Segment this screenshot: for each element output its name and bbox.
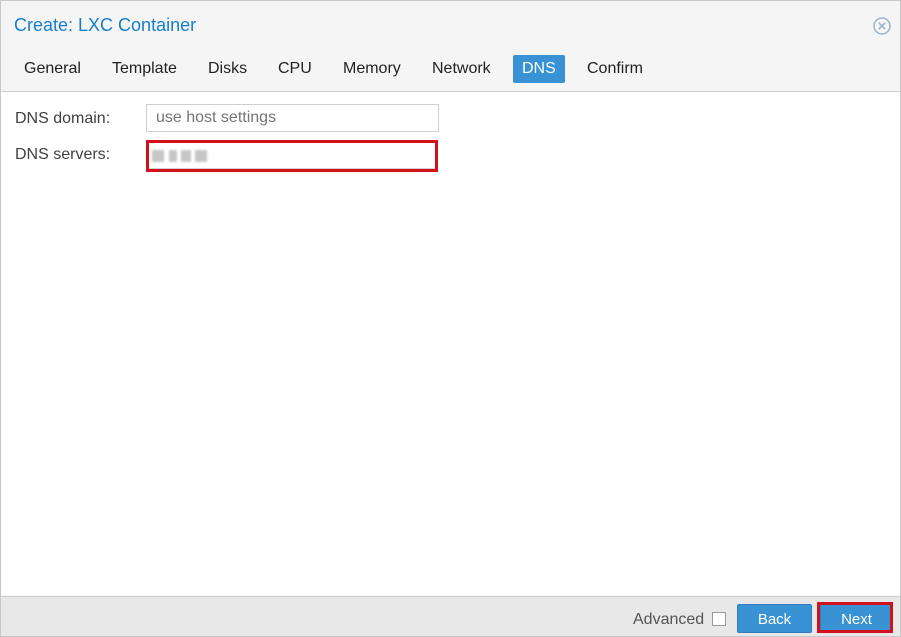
dialog-footer: Advanced Back Next — [1, 596, 900, 636]
dns-domain-label: DNS domain: — [15, 110, 111, 127]
tab-disks[interactable]: Disks — [199, 55, 256, 83]
close-icon[interactable] — [873, 17, 891, 35]
dns-servers-input[interactable] — [146, 141, 436, 169]
next-button[interactable]: Next — [820, 604, 893, 633]
back-button[interactable]: Back — [737, 604, 812, 633]
tab-cpu[interactable]: CPU — [269, 55, 321, 83]
create-lxc-dialog: Create: LXC Container General Template D… — [0, 0, 901, 637]
dns-form-panel: DNS domain: DNS servers: — [1, 92, 900, 595]
dialog-titlebar: Create: LXC Container — [1, 1, 900, 51]
dns-domain-input[interactable] — [146, 104, 439, 132]
tab-general[interactable]: General — [15, 55, 90, 83]
dns-servers-label: DNS servers: — [15, 146, 111, 163]
dialog-title: Create: LXC Container — [14, 15, 197, 35]
advanced-label: Advanced — [633, 611, 705, 628]
tab-network[interactable]: Network — [423, 55, 500, 83]
advanced-checkbox[interactable] — [712, 612, 726, 626]
wizard-tab-bar: General Template Disks CPU Memory Networ… — [1, 51, 900, 92]
tab-template[interactable]: Template — [103, 55, 186, 83]
tab-dns[interactable]: DNS — [513, 55, 565, 83]
tab-memory[interactable]: Memory — [334, 55, 410, 83]
tab-confirm[interactable]: Confirm — [578, 55, 652, 83]
